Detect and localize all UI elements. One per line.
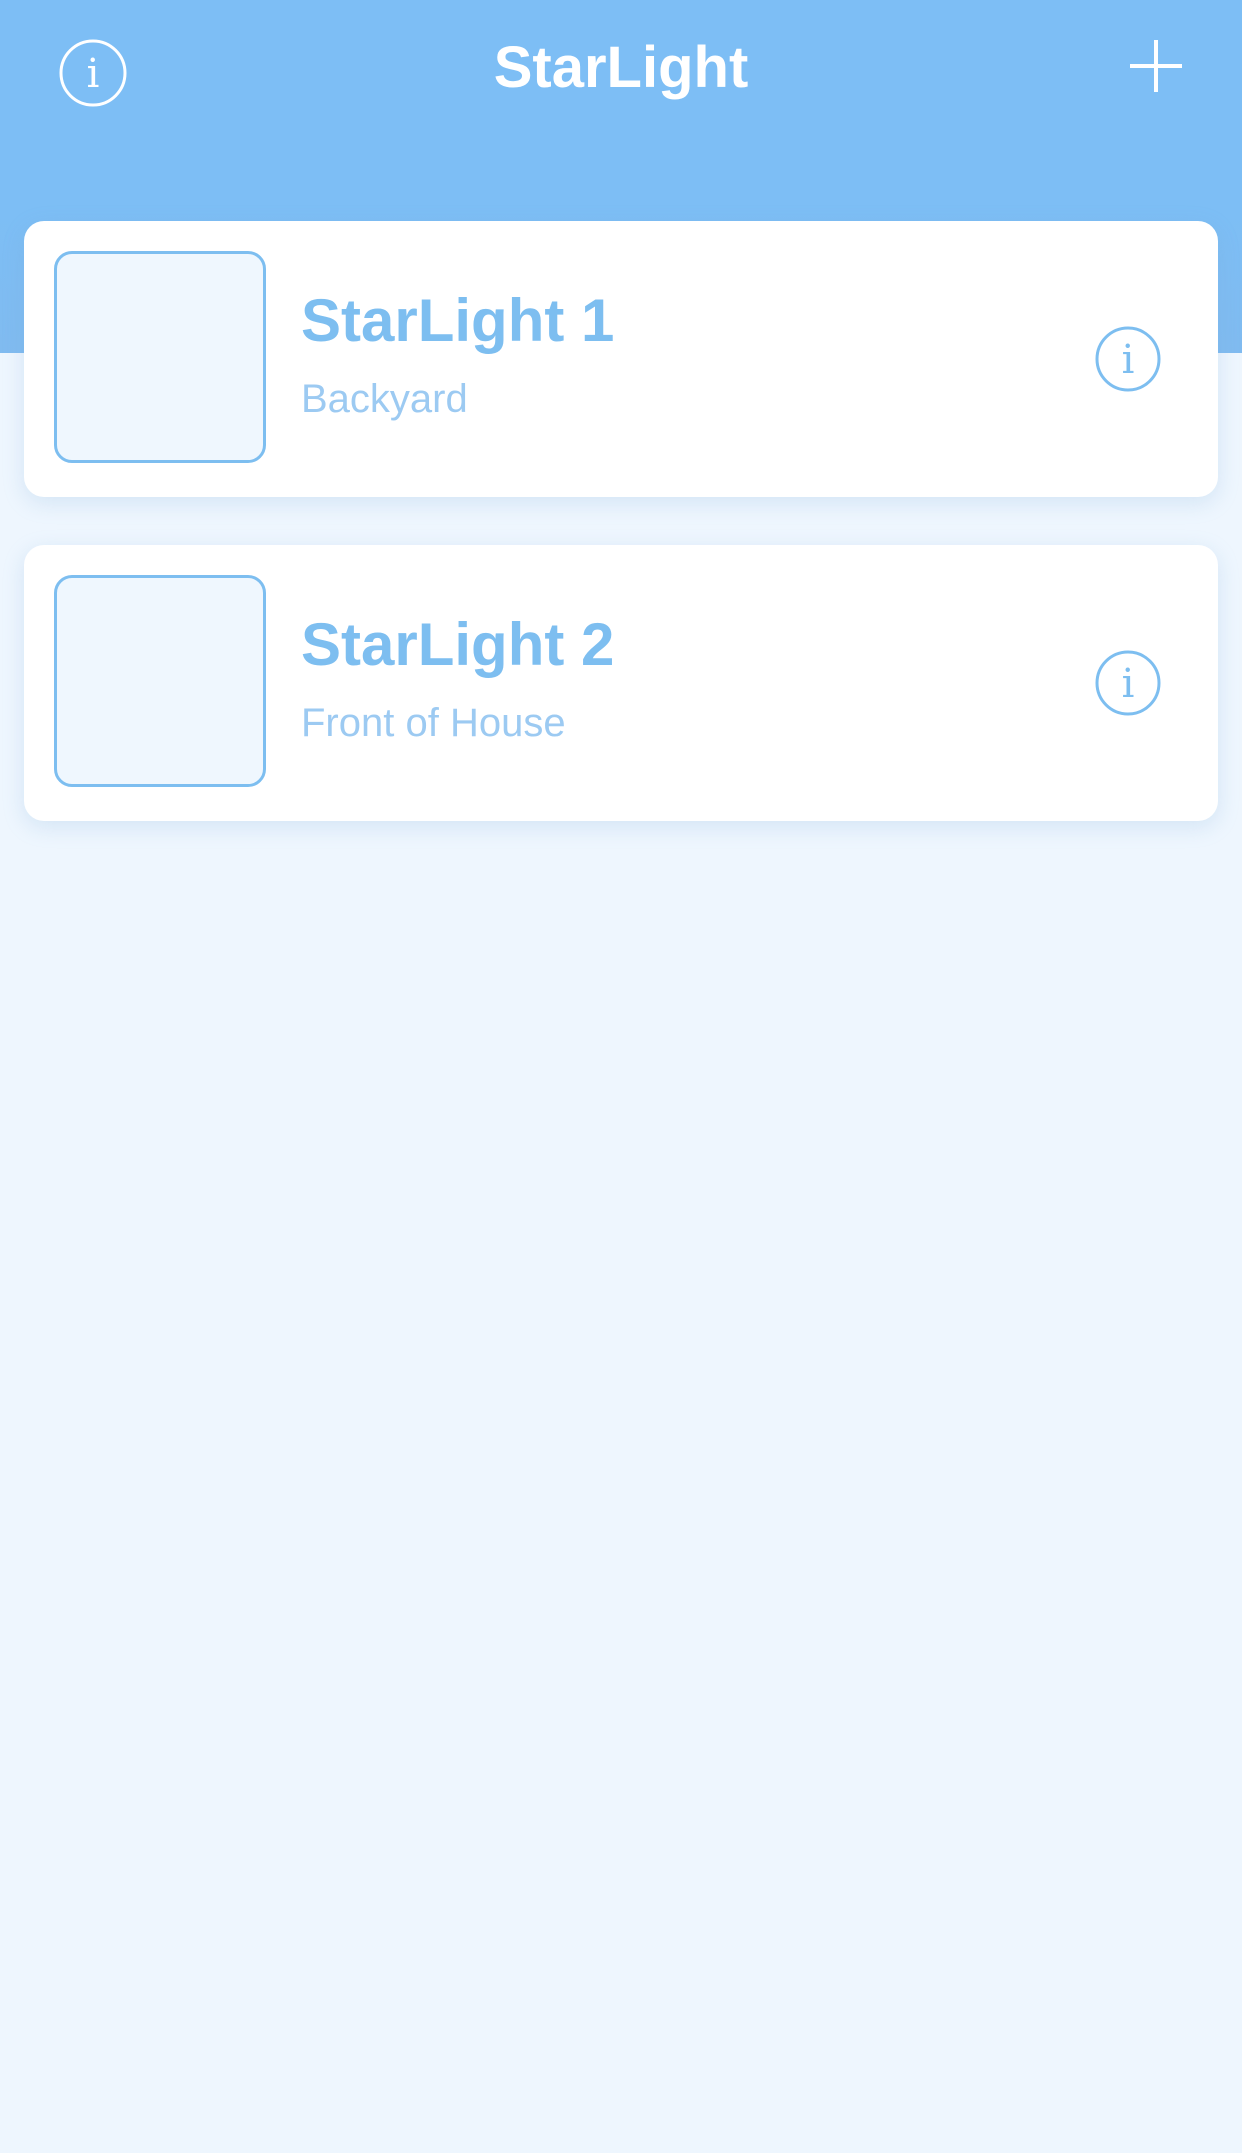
svg-text:i: i <box>1122 337 1135 383</box>
page-title: StarLight <box>493 35 749 100</box>
device-card[interactable]: StarLight 1 Backyard i <box>24 221 1218 497</box>
info-icon: i <box>1095 326 1161 392</box>
device-card[interactable]: StarLight 2 Front of House i <box>24 545 1218 821</box>
svg-text:i: i <box>1122 661 1135 707</box>
device-location: Backyard <box>301 377 468 421</box>
device-name: StarLight 2 <box>301 611 615 678</box>
add-device-button[interactable] <box>1128 38 1184 94</box>
info-icon: i <box>1095 650 1161 716</box>
device-info-button[interactable]: i <box>1094 325 1162 393</box>
navigation-bar: i StarLight <box>0 0 1242 140</box>
device-info-button[interactable]: i <box>1094 649 1162 717</box>
device-thumbnail <box>54 251 266 463</box>
plus-icon <box>1130 40 1182 92</box>
device-location: Front of House <box>301 701 566 745</box>
device-thumbnail <box>54 575 266 787</box>
device-name: StarLight 1 <box>301 287 615 354</box>
